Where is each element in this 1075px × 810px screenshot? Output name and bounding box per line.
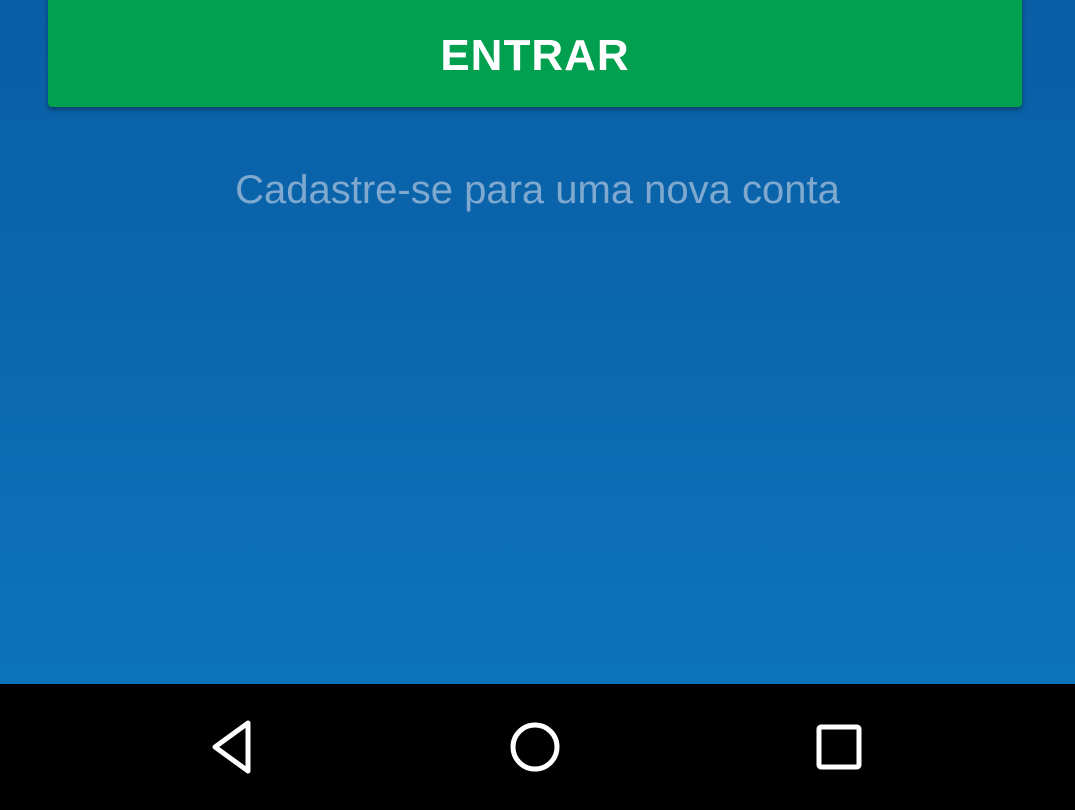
back-triangle-icon: [212, 720, 251, 774]
home-circle-icon: [510, 722, 560, 772]
login-screen: ENTRAR Cadastre-se para uma nova conta: [0, 0, 1075, 684]
recents-button[interactable]: [779, 684, 899, 810]
back-button[interactable]: [172, 684, 292, 810]
system-navigation-bar: [0, 684, 1075, 810]
signup-link[interactable]: Cadastre-se para uma nova conta: [0, 168, 1075, 213]
recents-square-icon: [816, 724, 862, 770]
phone-screen: ENTRAR Cadastre-se para uma nova conta: [0, 0, 1075, 810]
login-button[interactable]: ENTRAR: [48, 0, 1022, 107]
home-button[interactable]: [475, 684, 595, 810]
